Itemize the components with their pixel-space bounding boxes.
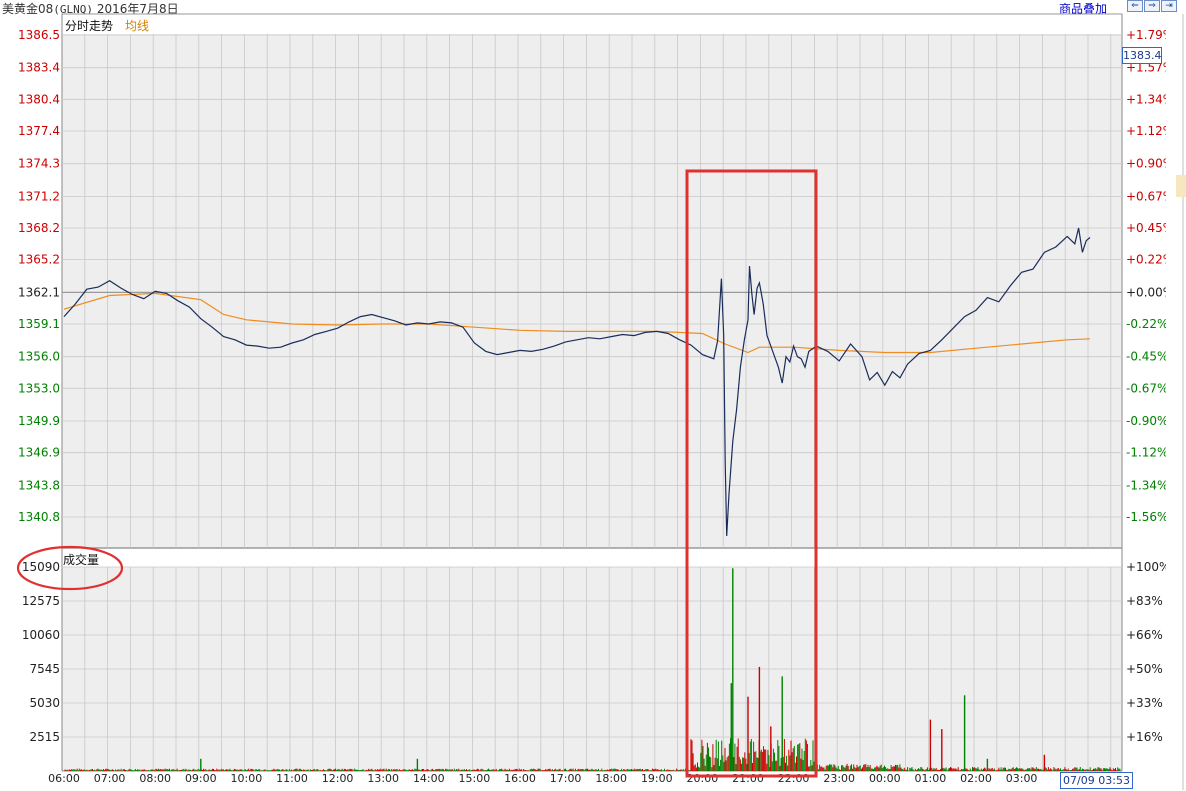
price-tick-label: 1349.9 [18, 414, 60, 428]
pct-tick-label: -1.12% [1126, 446, 1168, 460]
volume-pct-label: +16% [1126, 730, 1163, 744]
price-tick-label: 1362.1 [18, 285, 60, 299]
volume-tick-label: 7545 [29, 662, 60, 676]
volume-panel-label: 成交量 [63, 553, 100, 567]
cursor-time-tag: 07/09 03:53 [1060, 772, 1133, 789]
time-tick-label: 23:00 [823, 772, 855, 785]
pct-tick-label: -0.45% [1126, 350, 1168, 364]
volume-pct-label: +83% [1126, 594, 1163, 608]
volume-pct-label: +100% [1126, 560, 1170, 574]
price-tick-label: 1386.5 [18, 28, 60, 42]
time-tick-label: 19:00 [641, 772, 673, 785]
tab-average-line[interactable]: 均线 [125, 17, 149, 34]
volume-pct-label: +33% [1126, 696, 1163, 710]
price-tick-label: 1356.0 [18, 350, 60, 364]
time-tick-label: 06:00 [48, 772, 80, 785]
tab-intraday[interactable]: 分时走势 [65, 17, 113, 34]
time-tick-label: 09:00 [185, 772, 217, 785]
time-tick-label: 14:00 [413, 772, 445, 785]
volume-tick-label: 15090 [22, 560, 60, 574]
volume-header-strip [62, 548, 1122, 567]
time-tick-label: 18:00 [595, 772, 627, 785]
volume-pct-label: +50% [1126, 662, 1163, 676]
current-price-tag: 1383.4 [1122, 47, 1162, 64]
time-tick-label: 20:00 [687, 772, 719, 785]
volume-tick-label: 12575 [22, 594, 60, 608]
price-tick-label: 1371.2 [18, 189, 60, 203]
time-tick-label: 11:00 [276, 772, 308, 785]
intraday-chart: 1386.5 +1.79%1383.4 +1.57%1380.4 +1.34%1377… [16, 13, 1186, 790]
time-tick-label: 07:00 [94, 772, 126, 785]
volume-tick-label: 5030 [29, 696, 60, 710]
volume-tick-label: 10060 [22, 628, 60, 642]
pct-tick-label: -0.90% [1126, 414, 1168, 428]
time-tick-label: 01:00 [915, 772, 947, 785]
price-tick-label: 1340.8 [18, 510, 60, 524]
time-tick-label: 21:00 [732, 772, 764, 785]
time-tick-label: 16:00 [504, 772, 536, 785]
time-tick-label: 15:00 [459, 772, 491, 785]
pct-tick-label: -1.34% [1126, 478, 1168, 492]
pct-tick-label: -0.22% [1126, 317, 1168, 331]
price-tick-label: 1346.9 [18, 446, 60, 460]
time-tick-label: 13:00 [367, 772, 399, 785]
price-tick-label: 1365.2 [18, 253, 60, 267]
time-tick-label: 00:00 [869, 772, 901, 785]
side-strip-highlight [1176, 175, 1186, 197]
price-tick-label: 1383.4 [18, 61, 60, 75]
price-tick-label: 1353.0 [18, 381, 60, 395]
price-tick-label: 1377.4 [18, 124, 60, 138]
price-tick-label: 1359.1 [18, 317, 60, 331]
volume-tick-label: 2515 [29, 730, 60, 744]
app-window: 美黄金08(GLNQ) 2016年7月8日 商品叠加 ⇐ ⇒ ⇥ 1386.5 +… [0, 0, 1186, 791]
time-tick-label: 17:00 [550, 772, 582, 785]
time-tick-label: 02:00 [960, 772, 992, 785]
time-tick-label: 03:00 [1006, 772, 1038, 785]
price-tick-label: 1343.8 [18, 478, 60, 492]
time-tick-label: 10:00 [231, 772, 263, 785]
price-tick-label: 1380.4 [18, 92, 60, 106]
price-plot-area [62, 34, 1122, 548]
time-tick-label: 12:00 [322, 772, 354, 785]
time-tick-label: 08:00 [139, 772, 171, 785]
time-tick-label: 22:00 [778, 772, 810, 785]
volume-pct-label: +66% [1126, 628, 1163, 642]
price-tick-label: 1374.3 [18, 157, 60, 171]
price-tick-label: 1368.2 [18, 221, 60, 235]
pct-tick-label: -1.56% [1126, 510, 1168, 524]
pct-tick-label: -0.67% [1126, 381, 1168, 395]
